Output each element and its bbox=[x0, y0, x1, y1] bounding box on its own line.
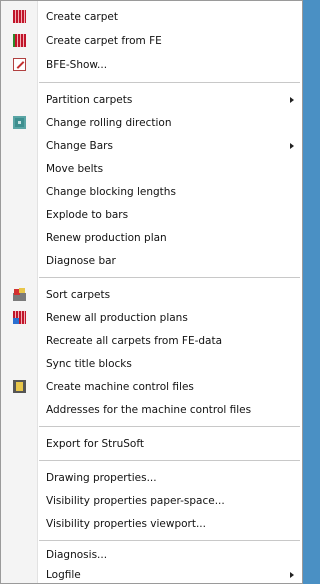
menu-item-label: Sync title blocks bbox=[46, 358, 132, 370]
menu-separator bbox=[39, 426, 300, 428]
menu-separator bbox=[39, 82, 300, 84]
menu-item-recreate-all-carpets[interactable]: Recreate all carpets from FE-data bbox=[2, 330, 301, 352]
menu-item-label: Move belts bbox=[46, 163, 104, 175]
menu-item-drawing-properties[interactable]: Drawing properties... bbox=[2, 467, 301, 489]
menu-item-partition-carpets[interactable]: Partition carpets bbox=[2, 89, 301, 111]
menu-item-label: Renew all production plans bbox=[46, 312, 188, 324]
menu-item-renew-production-plan[interactable]: Renew production plan bbox=[2, 227, 301, 249]
menu-item-create-machine-control-files[interactable]: Create machine control files bbox=[2, 376, 301, 398]
menu-item-sort-carpets[interactable]: Sort carpets bbox=[2, 284, 301, 306]
menu-item-label: Drawing properties... bbox=[46, 472, 157, 484]
menu-item-label: Visibility properties viewport... bbox=[46, 518, 206, 530]
menu-separator bbox=[39, 277, 300, 279]
menu-item-move-belts[interactable]: Move belts bbox=[2, 158, 301, 180]
menu-item-diagnose-bar[interactable]: Diagnose bar bbox=[2, 250, 301, 272]
menu-item-create-carpet-from-fe[interactable]: Create carpet from FE bbox=[2, 30, 301, 52]
menu-item-label: Visibility properties paper-space... bbox=[46, 495, 225, 507]
menu-item-label: Logfile bbox=[46, 569, 81, 581]
menu-item-bfe-show[interactable]: BFE-Show... bbox=[2, 54, 301, 76]
menu-separator bbox=[39, 540, 300, 542]
menu-item-label: Export for StruSoft bbox=[46, 438, 144, 450]
menu-item-logfile[interactable]: Logfile bbox=[2, 564, 301, 583]
menu-item-label: Change blocking lengths bbox=[46, 186, 176, 198]
submenu-arrow-icon bbox=[290, 97, 294, 103]
machine-control-icon bbox=[13, 380, 26, 393]
menu-item-export-for-strusoft[interactable]: Export for StruSoft bbox=[2, 433, 301, 455]
menu-item-label: Create carpet from FE bbox=[46, 35, 162, 47]
submenu-arrow-icon bbox=[290, 143, 294, 149]
context-menu: Create carpet Create carpet from FE BFE-… bbox=[0, 0, 303, 584]
menu-item-label: Diagnose bar bbox=[46, 255, 116, 267]
menu-item-label: Partition carpets bbox=[46, 94, 133, 106]
menu-item-addresses-machine-control-files[interactable]: Addresses for the machine control files bbox=[2, 399, 301, 421]
menu-item-change-bars[interactable]: Change Bars bbox=[2, 135, 301, 157]
menu-item-visibility-viewport[interactable]: Visibility properties viewport... bbox=[2, 513, 301, 535]
bfe-show-icon bbox=[13, 58, 26, 71]
submenu-arrow-icon bbox=[290, 572, 294, 578]
menu-separator bbox=[39, 460, 300, 462]
menu-item-label: Change Bars bbox=[46, 140, 113, 152]
menu-item-visibility-paper-space[interactable]: Visibility properties paper-space... bbox=[2, 490, 301, 512]
menu-item-label: Create machine control files bbox=[46, 381, 194, 393]
menu-item-label: Change rolling direction bbox=[46, 117, 172, 129]
menu-item-change-rolling-direction[interactable]: Change rolling direction bbox=[2, 112, 301, 134]
menu-item-renew-all-production-plans[interactable]: Renew all production plans bbox=[2, 307, 301, 329]
menu-item-label: Recreate all carpets from FE-data bbox=[46, 335, 223, 347]
menu-item-explode-to-bars[interactable]: Explode to bars bbox=[2, 204, 301, 226]
menu-item-label: Addresses for the machine control files bbox=[46, 404, 252, 416]
renew-plans-icon bbox=[13, 311, 26, 324]
carpet-icon bbox=[13, 10, 26, 23]
menu-item-sync-title-blocks[interactable]: Sync title blocks bbox=[2, 353, 301, 375]
rolling-direction-icon bbox=[13, 116, 26, 129]
menu-item-label: BFE-Show... bbox=[46, 59, 108, 71]
menu-item-diagnosis[interactable]: Diagnosis... bbox=[2, 544, 301, 566]
sort-carpets-icon bbox=[13, 288, 26, 301]
menu-item-label: Diagnosis... bbox=[46, 549, 108, 561]
menu-item-label: Create carpet bbox=[46, 11, 118, 23]
menu-item-label: Renew production plan bbox=[46, 232, 167, 244]
menu-item-create-carpet[interactable]: Create carpet bbox=[2, 6, 301, 28]
menu-item-change-blocking-lengths[interactable]: Change blocking lengths bbox=[2, 181, 301, 203]
menu-item-label: Explode to bars bbox=[46, 209, 129, 221]
menu-item-label: Sort carpets bbox=[46, 289, 111, 301]
carpet-fe-icon bbox=[13, 34, 26, 47]
